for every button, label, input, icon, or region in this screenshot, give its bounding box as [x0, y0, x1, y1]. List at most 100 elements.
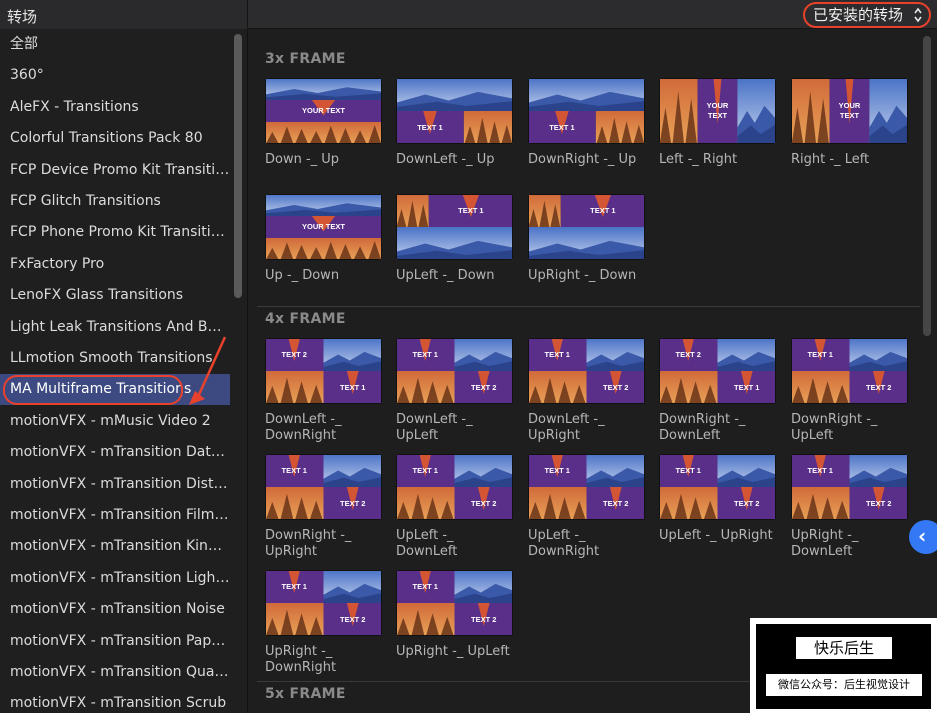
filter-label: 已安装的转场	[812, 6, 903, 24]
transition-tile[interactable]: YOUR TEXT Left -_ Right	[659, 78, 776, 168]
transition-thumbnail[interactable]: TEXT 1 TEXT 2	[659, 454, 776, 520]
transition-tile[interactable]: TEXT 1 TEXT 2 UpLeft -_ UpRight	[659, 454, 776, 544]
sidebar-item[interactable]: motionVFX - mTransition Film B...	[0, 500, 230, 531]
transition-thumbnail[interactable]: TEXT 2 TEXT 1	[265, 338, 382, 404]
transition-thumbnail[interactable]: TEXT 1 TEXT 2	[265, 570, 382, 636]
sidebar-item[interactable]: motionVFX - mTransition Kinetic	[0, 531, 230, 562]
sidebar-item[interactable]: motionVFX - mTransition Quake	[0, 657, 230, 688]
highlight-annotation	[3, 375, 183, 405]
transition-tile[interactable]: TEXT 1 TEXT 2 UpRight -_ DownRight	[265, 570, 382, 676]
transition-name: Left -_ Right	[659, 152, 738, 167]
transition-tile[interactable]: TEXT 1 UpRight -_ Down	[528, 194, 645, 284]
chevron-left-icon: ‹	[918, 524, 927, 548]
transition-thumbnail[interactable]: TEXT 1 TEXT 2	[791, 454, 908, 520]
section-divider	[257, 306, 920, 307]
transition-tile[interactable]: TEXT 1 TEXT 2 DownLeft -_ UpRight	[528, 338, 645, 444]
transition-name: DownRight -_ UpLeft	[791, 412, 878, 443]
transition-tile[interactable]: TEXT 1 TEXT 2 UpLeft -_ DownRight	[528, 454, 645, 560]
sidebar-item[interactable]: FCP Glitch Transitions	[0, 186, 230, 217]
transition-tile[interactable]: TEXT 2 TEXT 1 DownRight -_ DownLeft	[659, 338, 776, 444]
transition-thumbnail[interactable]: YOUR TEXT	[265, 194, 382, 260]
transition-thumbnail[interactable]: TEXT 2 TEXT 1	[659, 338, 776, 404]
svg-text:TEXT 1: TEXT 1	[808, 350, 833, 359]
transition-tile[interactable]: TEXT 1 DownRight -_ Up	[528, 78, 645, 168]
transition-tile[interactable]: TEXT 1 UpLeft -_ Down	[396, 194, 513, 284]
transition-tile[interactable]: TEXT 1 TEXT 2 UpRight -_ UpLeft	[396, 570, 513, 660]
svg-text:TEXT 1: TEXT 1	[413, 466, 438, 475]
svg-text:TEXT 1: TEXT 1	[340, 383, 365, 392]
svg-text:TEXT 2: TEXT 2	[471, 499, 496, 508]
installed-transitions-popup[interactable]: 已安装的转场	[802, 2, 931, 28]
sidebar-item[interactable]: FxFactory Pro	[0, 249, 230, 280]
sidebar-scrollbar[interactable]	[234, 34, 242, 298]
transition-thumbnail[interactable]: TEXT 1	[396, 78, 513, 144]
watermark-subtitle: 微信公众号：后生视觉设计	[766, 674, 922, 696]
transition-tile[interactable]: TEXT 1 TEXT 2 UpRight -_ DownLeft	[791, 454, 908, 560]
sidebar-item[interactable]: FCP Phone Promo Kit Transitions	[0, 217, 230, 248]
sidebar-item[interactable]: motionVFX - mTransition Noise	[0, 594, 230, 625]
transition-name: DownLeft -_ Up	[396, 152, 495, 167]
transition-tile[interactable]: TEXT 1 TEXT 2 DownLeft -_ UpLeft	[396, 338, 513, 444]
transition-thumbnail[interactable]: TEXT 1 TEXT 2	[528, 338, 645, 404]
svg-text:TEXT 2: TEXT 2	[866, 499, 891, 508]
transition-name: DownRight -_ DownLeft	[659, 412, 746, 443]
transition-name: DownLeft -_ UpLeft	[396, 412, 473, 443]
sidebar-item[interactable]: LenoFX Glass Transitions	[0, 280, 230, 311]
transition-tile[interactable]: TEXT 1 TEXT 2 DownRight -_ UpLeft	[791, 338, 908, 444]
sidebar-item[interactable]: motionVFX - mTransition Data...	[0, 437, 230, 468]
header-left-pane: 转场	[0, 0, 248, 29]
transition-name: UpRight -_ UpLeft	[396, 644, 510, 659]
transition-tile[interactable]: YOUR TEXT Down -_ Up	[265, 78, 382, 168]
sidebar-item[interactable]: 全部	[0, 30, 230, 60]
transition-name: UpLeft -_ DownLeft	[396, 528, 458, 559]
transition-thumbnail[interactable]: TEXT 1 TEXT 2	[396, 570, 513, 636]
transition-tile[interactable]: YOUR TEXT Up -_ Down	[265, 194, 382, 284]
transition-tile[interactable]: TEXT 2 TEXT 1 DownLeft -_ DownRight	[265, 338, 382, 444]
section-title: 4x FRAME	[265, 311, 346, 327]
transition-thumbnail[interactable]: TEXT 1	[528, 194, 645, 260]
sidebar-item[interactable]: motionVFX - mTransition Scrub	[0, 688, 230, 713]
sidebar-item[interactable]: motionVFX - mTransition Paper...	[0, 626, 230, 657]
svg-text:TEXT 1: TEXT 1	[458, 206, 483, 215]
transition-tile[interactable]: TEXT 1 TEXT 2 DownRight -_ UpRight	[265, 454, 382, 560]
transition-tile[interactable]: YOUR TEXT Right -_ Left	[791, 78, 908, 168]
transition-thumbnail[interactable]: YOURTEXT	[791, 78, 908, 144]
svg-text:TEXT 1: TEXT 1	[417, 123, 442, 132]
grid-scrollbar[interactable]	[923, 36, 931, 336]
transition-name: UpLeft -_ DownRight	[528, 528, 600, 559]
transition-thumbnail[interactable]: TEXT 1 TEXT 2	[396, 338, 513, 404]
transition-thumbnail[interactable]: TEXT 1 TEXT 2	[791, 338, 908, 404]
svg-text:TEXT 1: TEXT 1	[413, 350, 438, 359]
transition-name: UpRight -_ DownRight	[265, 644, 337, 675]
transition-name: UpRight -_ Down	[528, 268, 637, 283]
svg-text:TEXT 1: TEXT 1	[676, 466, 701, 475]
svg-text:TEXT 1: TEXT 1	[413, 582, 438, 591]
svg-text:TEXT 2: TEXT 2	[340, 499, 365, 508]
sidebar-item[interactable]: motionVFX - mTransition Light 2	[0, 563, 230, 594]
transition-thumbnail[interactable]: TEXT 1 TEXT 2	[528, 454, 645, 520]
transition-tile[interactable]: TEXT 1 DownLeft -_ Up	[396, 78, 513, 168]
svg-text:TEXT 1: TEXT 1	[808, 466, 833, 475]
transition-thumbnail[interactable]: YOURTEXT	[659, 78, 776, 144]
transition-thumbnail[interactable]: TEXT 1 TEXT 2	[265, 454, 382, 520]
sidebar-item[interactable]: motionVFX - mTransition Distor...	[0, 469, 230, 500]
transition-name: UpRight -_ DownLeft	[791, 528, 859, 559]
transition-tile[interactable]: TEXT 1 TEXT 2 UpLeft -_ DownLeft	[396, 454, 513, 560]
transition-name: DownLeft -_ DownRight	[265, 412, 342, 443]
transition-thumbnail[interactable]: YOUR TEXT	[265, 78, 382, 144]
svg-text:TEXT 1: TEXT 1	[545, 466, 570, 475]
sidebar-item[interactable]: Colorful Transitions Pack 80	[0, 123, 230, 154]
sidebar-item[interactable]: AleFX - Transitions	[0, 92, 230, 123]
svg-text:TEXT 1: TEXT 1	[590, 206, 615, 215]
svg-text:YOUR TEXT: YOUR TEXT	[302, 222, 345, 231]
transition-thumbnail[interactable]: TEXT 1	[528, 78, 645, 144]
svg-text:YOUR: YOUR	[707, 101, 729, 110]
browser-title: 转场	[7, 8, 38, 26]
browser-header: 转场 已安装的转场	[0, 0, 937, 29]
transition-thumbnail[interactable]: TEXT 1	[396, 194, 513, 260]
sidebar-item[interactable]: 360°	[0, 60, 230, 91]
sidebar-item[interactable]: FCP Device Promo Kit Transitio...	[0, 155, 230, 186]
svg-text:TEXT 1: TEXT 1	[549, 123, 574, 132]
transition-thumbnail[interactable]: TEXT 1 TEXT 2	[396, 454, 513, 520]
collapse-sidebar-button[interactable]: ‹	[909, 520, 937, 554]
